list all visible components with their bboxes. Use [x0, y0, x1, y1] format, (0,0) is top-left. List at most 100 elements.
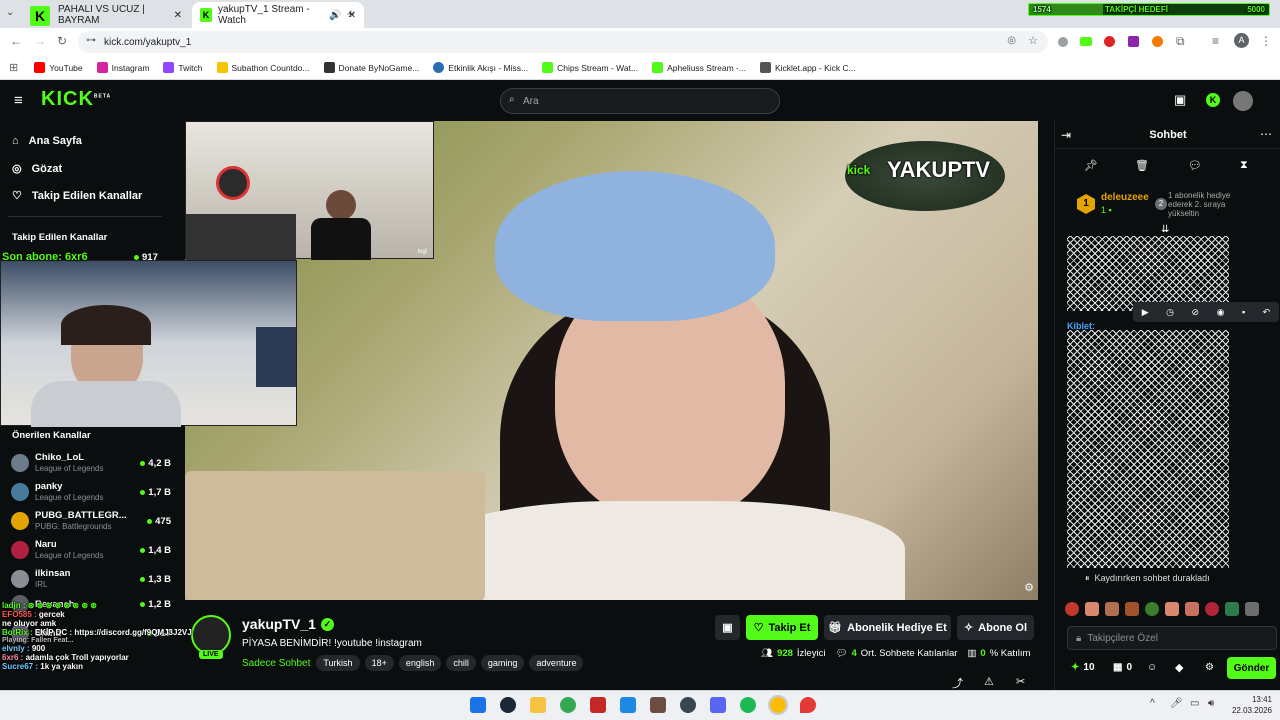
tab-search-icon[interactable]: ⌄: [6, 7, 14, 18]
chrome-icon[interactable]: [560, 697, 576, 713]
gift-sub-button[interactable]: 🎁︎ Abonelik Hediye Et: [824, 615, 951, 640]
points-display[interactable]: ✦ 10: [1071, 662, 1095, 673]
discord-icon[interactable]: [710, 697, 726, 713]
tag[interactable]: 18+: [364, 655, 394, 671]
recommended-channel[interactable]: PUBG_BATTLEGR... PUBG: Battlegrounds 475: [11, 510, 171, 532]
user-avatar[interactable]: [1233, 91, 1253, 111]
reload-icon[interactable]: ↻: [57, 34, 67, 48]
forward-icon[interactable]: →: [34, 34, 46, 48]
emote[interactable]: [1205, 602, 1219, 616]
channel-name[interactable]: yakupTV_1: [242, 616, 316, 632]
bookmark-chips[interactable]: Chips Stream - Wat...: [542, 62, 638, 73]
extension-icon[interactable]: [1080, 37, 1092, 46]
subscribe-button[interactable]: ✧ Abone Ol: [957, 615, 1034, 640]
undo-icon[interactable]: ↶: [1263, 307, 1271, 318]
emote[interactable]: [1085, 602, 1099, 616]
recommended-channel[interactable]: Chiko_LoL League of Legends 4,2 B: [11, 452, 171, 474]
theater-mode-button[interactable]: ▣: [715, 615, 740, 640]
gift-count-display[interactable]: ▦ 0: [1113, 662, 1132, 673]
emote[interactable]: [1225, 602, 1239, 616]
new-tab-button[interactable]: +: [347, 6, 355, 21]
emote-picker-icon[interactable]: ☺: [1147, 662, 1157, 673]
spotify-icon[interactable]: [740, 697, 756, 713]
chat-input[interactable]: 🔒︎ Takipçilere Özel: [1067, 626, 1277, 650]
tab-close-icon[interactable]: ✕: [174, 10, 182, 21]
slash-icon[interactable]: ⊘: [1192, 307, 1200, 318]
bookmark-kicklet[interactable]: Kicklet.app - Kick C...: [759, 62, 856, 73]
bookmark-etkinlik[interactable]: Etkinlik Akışı - Miss...: [433, 62, 528, 73]
tag[interactable]: english: [398, 655, 442, 671]
tab-yakuptv[interactable]: K yakupTV_1 Stream - Watch 🔊 ✕: [192, 2, 364, 28]
emote[interactable]: [1145, 602, 1159, 616]
bookmark-subathon[interactable]: Subathon Countdo...: [216, 62, 310, 73]
clip-icon[interactable]: ✂: [1016, 675, 1025, 688]
puzzle-icon[interactable]: ⧉: [1176, 34, 1185, 49]
nav-following[interactable]: ♡ Takip Edilen Kanallar: [12, 189, 142, 203]
player-settings-icon[interactable]: ⚙: [1024, 581, 1034, 594]
emote[interactable]: [1125, 602, 1139, 616]
tag[interactable]: gaming: [480, 655, 525, 671]
chat-more-icon[interactable]: ⋯: [1260, 127, 1272, 141]
extension-icon[interactable]: [1058, 37, 1068, 47]
tag[interactable]: Turkish: [316, 655, 360, 671]
chat-paused-notice[interactable]: ⏸︎ Kaydırırken sohbet durakladı: [1085, 573, 1210, 584]
hourglass-icon[interactable]: ⧗: [1240, 159, 1248, 172]
emote[interactable]: [1105, 602, 1119, 616]
profile-avatar[interactable]: A: [1234, 33, 1249, 48]
bookmark-donate[interactable]: Donate ByNoGame...: [323, 62, 419, 73]
store-icon[interactable]: ▣: [1174, 92, 1186, 108]
star-icon[interactable]: ☆: [1028, 34, 1038, 47]
speaker-icon[interactable]: 🔊: [329, 10, 341, 21]
chat-icon[interactable]: ◉: [1217, 307, 1225, 318]
clock-icon[interactable]: ◷: [1166, 307, 1174, 318]
hamburger-menu-icon[interactable]: ≡: [14, 92, 23, 109]
emote[interactable]: [1185, 602, 1199, 616]
windows-start-icon[interactable]: [470, 697, 486, 713]
apps-grid-icon[interactable]: ⊞: [9, 61, 18, 74]
site-info-icon[interactable]: ⊶: [86, 35, 96, 46]
tab-pahali[interactable]: PAHALI VS UCUZ | BAYRAM ✕: [50, 2, 190, 28]
chat-settings-icon[interactable]: ⚙: [1205, 662, 1214, 673]
chrome-menu-icon[interactable]: ⋮: [1260, 34, 1272, 48]
emote[interactable]: [1165, 602, 1179, 616]
app-icon[interactable]: [650, 697, 666, 713]
nav-browse[interactable]: ◎ Gözat: [12, 162, 62, 176]
volume-icon[interactable]: 🔊︎: [1208, 698, 1214, 709]
bookmark-apheliuss[interactable]: Apheliuss Stream -...: [652, 62, 746, 73]
bookmark-instagram[interactable]: Instagram: [96, 62, 149, 73]
copy-icon[interactable]: ▪: [1242, 307, 1245, 317]
search-input[interactable]: ⌕ Ara: [500, 88, 780, 114]
follow-button[interactable]: ♡ Takip Et: [746, 615, 818, 640]
obs-icon[interactable]: [680, 697, 696, 713]
bookmark-youtube[interactable]: YouTube: [34, 62, 83, 73]
tag[interactable]: adventure: [529, 655, 584, 671]
hide-icon[interactable]: ◎: [1007, 35, 1016, 46]
tray-chevron-icon[interactable]: ^: [1150, 698, 1155, 709]
emote[interactable]: [1245, 602, 1259, 616]
extension-icon[interactable]: [1128, 36, 1139, 47]
category-link[interactable]: Sadece Sohbet: [242, 658, 310, 669]
nav-home[interactable]: ⌂ Ana Sayfa: [12, 135, 82, 147]
extension-icon[interactable]: [1104, 36, 1115, 47]
chat-bubble-icon[interactable]: 💬︎: [1188, 159, 1202, 172]
reward-icon[interactable]: ◆: [1175, 661, 1183, 674]
extensions-menu-icon[interactable]: ≡: [1212, 34, 1219, 48]
kick-badge-icon[interactable]: K: [1206, 93, 1220, 107]
kick-logo[interactable]: KICKBETA: [41, 88, 111, 111]
share-icon[interactable]: ⤴: [952, 675, 963, 691]
report-icon[interactable]: ⚠: [984, 675, 994, 688]
trash-icon[interactable]: 🗑︎: [1135, 159, 1149, 172]
recommended-channel[interactable]: panky League of Legends 1,7 B: [11, 481, 171, 503]
microphone-icon[interactable]: 🎤︎: [1170, 698, 1183, 709]
recommended-channel[interactable]: ilkinsan IRL 1,3 B: [11, 568, 171, 590]
pin-icon[interactable]: 📌︎: [1084, 159, 1098, 172]
app-icon[interactable]: [620, 697, 636, 713]
play-icon[interactable]: ▶: [1142, 307, 1149, 318]
bookmark-twitch[interactable]: Twitch: [163, 62, 203, 73]
clock[interactable]: 13:41 22.03.2026: [1222, 694, 1272, 716]
app-icon[interactable]: [590, 697, 606, 713]
chrome-active-icon[interactable]: [768, 695, 788, 715]
expand-icon[interactable]: ⇊: [1161, 224, 1169, 235]
maps-pin-icon[interactable]: [800, 697, 816, 713]
send-button[interactable]: Gönder: [1227, 657, 1276, 679]
